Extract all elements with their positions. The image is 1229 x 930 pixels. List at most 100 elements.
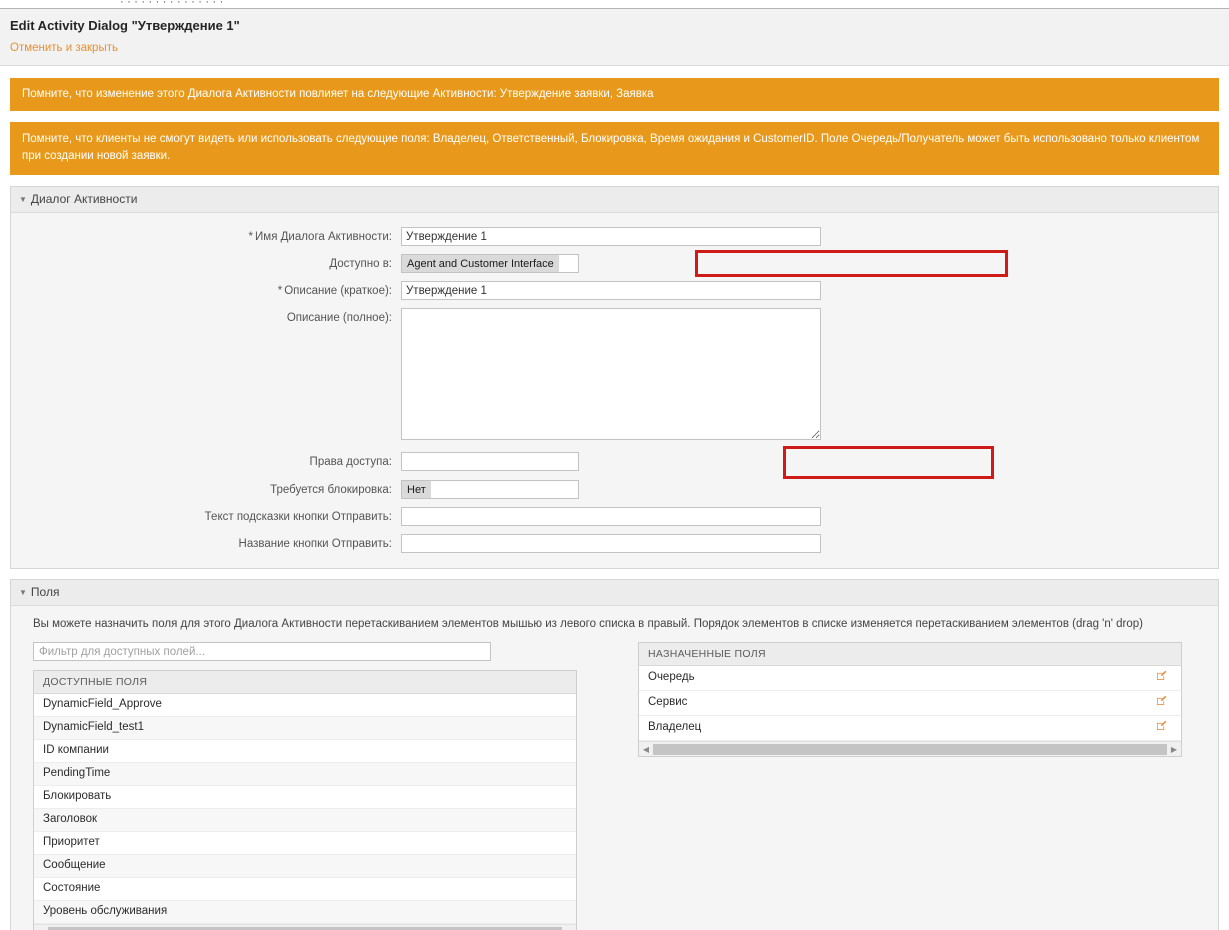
control-description-long xyxy=(401,308,1218,440)
activity-dialog-section-header[interactable]: ▼ Диалог Активности xyxy=(11,187,1218,213)
list-item[interactable]: PendingTime xyxy=(34,763,576,786)
cancel-and-close-link[interactable]: Отменить и закрыть xyxy=(10,42,118,54)
fields-section-header[interactable]: ▼ Поля xyxy=(11,580,1218,606)
dialog-name-input[interactable] xyxy=(401,227,821,246)
control-submit-text xyxy=(401,534,1218,553)
page-title: Edit Activity Dialog "Утверждение 1" xyxy=(10,18,240,33)
assigned-field-label: Очередь xyxy=(648,671,695,683)
label-description-short: * Описание (краткое): xyxy=(277,285,392,297)
list-item[interactable]: DynamicField_Approve xyxy=(34,694,576,717)
description-long-textarea[interactable] xyxy=(401,308,821,440)
available-fields-list-header: ДОСТУПНЫЕ ПОЛЯ xyxy=(34,671,576,694)
fields-section-title: Поля xyxy=(30,585,60,599)
form-row-submit-text: Название кнопки Отправить: xyxy=(11,534,1218,554)
available-in-selected-option[interactable]: Agent and Customer Interface xyxy=(402,255,559,272)
edit-pencil-icon[interactable] xyxy=(1156,695,1173,710)
list-item[interactable]: Уровень обслуживания xyxy=(34,901,576,924)
list-item[interactable]: Сообщение xyxy=(34,855,576,878)
description-short-input[interactable] xyxy=(401,281,821,300)
control-dialog-name xyxy=(401,227,1218,246)
chevron-down-icon: ▼ xyxy=(19,588,27,597)
label-permission: Права доступа: xyxy=(309,456,392,468)
submit-button-tooltip-input[interactable] xyxy=(401,507,821,526)
assigned-fields-list: НАЗНАЧЕННЫЕ ПОЛЯ Очередь Сервис Владелец ◀… xyxy=(638,642,1182,757)
label-submit-tooltip: Текст подсказки кнопки Отправить: xyxy=(204,511,392,523)
assigned-fields-items: Очередь Сервис Владелец xyxy=(639,666,1181,741)
available-field-label: PendingTime xyxy=(43,767,111,779)
form-row-description-short: * Описание (краткое): xyxy=(11,281,1218,301)
list-item[interactable]: ID компании xyxy=(34,740,576,763)
list-item[interactable]: Сервис xyxy=(639,691,1181,716)
assigned-scroll-thumb[interactable] xyxy=(653,743,1167,755)
form-row-available-in: Доступно в: Agent and Customer Interface xyxy=(11,250,1218,277)
available-fields-items: DynamicField_Approve DynamicField_test1 ID… xyxy=(34,694,576,924)
edit-pencil-icon[interactable] xyxy=(1156,720,1173,735)
form-row-required-lock: Требуется блокировка: Нет xyxy=(11,480,1218,500)
scroll-right-arrow-icon[interactable]: ▶ xyxy=(562,926,576,930)
available-in-select[interactable]: Agent and Customer Interface xyxy=(401,254,579,273)
available-field-label: Заголовок xyxy=(43,813,98,825)
highlight-box-permission xyxy=(783,446,994,479)
permission-select[interactable] xyxy=(401,452,579,471)
available-field-label: DynamicField_test1 xyxy=(43,721,144,733)
label-required-lock: Требуется блокировка: xyxy=(270,484,392,496)
assigned-fields-hscrollbar[interactable]: ◀ ▶ xyxy=(639,741,1181,756)
label-available-in: Доступно в: xyxy=(329,258,392,270)
control-available-in: Agent and Customer Interface xyxy=(401,250,1218,277)
label-dialog-name: * Имя Диалога Активности: xyxy=(248,231,392,243)
affected-activities-notice: Помните, что изменение этого Диалога Акт… xyxy=(10,78,1219,111)
available-fields-hscrollbar[interactable]: ◀ ▶ xyxy=(34,924,576,930)
list-item[interactable]: Заголовок xyxy=(34,809,576,832)
highlight-box-available-in xyxy=(695,250,1008,277)
assigned-field-label: Сервис xyxy=(648,696,688,708)
available-fields-list: ДОСТУПНЫЕ ПОЛЯ DynamicField_Approve Dynam… xyxy=(33,670,577,930)
available-scroll-thumb[interactable] xyxy=(48,926,562,930)
list-item[interactable]: DynamicField_test1 xyxy=(34,717,576,740)
form-row-dialog-name: * Имя Диалога Активности: xyxy=(11,227,1218,247)
required-asterisk-icon: * xyxy=(248,231,254,243)
fields-widget: ▼ Поля Вы можете назначить поля для этого… xyxy=(10,579,1219,930)
form-row-description-long: Описание (полное): xyxy=(11,308,1218,440)
control-submit-tooltip xyxy=(401,507,1218,526)
control-permission xyxy=(401,446,1218,479)
control-description-short xyxy=(401,281,1218,300)
notification-area: Помните, что изменение этого Диалога Акт… xyxy=(0,66,1229,175)
list-item[interactable]: Очередь xyxy=(639,666,1181,691)
activity-dialog-section-title: Диалог Активности xyxy=(30,192,138,206)
assigned-scroll-track[interactable] xyxy=(653,743,1167,755)
available-field-label: ID компании xyxy=(43,744,109,756)
list-item[interactable]: Приоритет xyxy=(34,832,576,855)
available-field-label: Блокировать xyxy=(43,790,112,802)
control-required-lock: Нет xyxy=(401,480,1218,499)
drag-drop-columns: ДОСТУПНЫЕ ПОЛЯ DynamicField_ApproveDynam… xyxy=(11,642,1218,930)
permission-selected-option[interactable] xyxy=(402,462,412,464)
assigned-fields-column: НАЗНАЧЕННЫЕ ПОЛЯ Очередь Сервис Владелец ◀… xyxy=(638,642,1186,930)
activity-dialog-widget: ▼ Диалог Активности * Имя Диалога Активнос… xyxy=(10,186,1219,569)
required-lock-selected-option[interactable]: Нет xyxy=(402,481,431,498)
available-fields-column: ДОСТУПНЫЕ ПОЛЯ DynamicField_ApproveDynam… xyxy=(33,642,581,930)
fields-section-body: Вы можете назначить поля для этого Диало… xyxy=(11,606,1218,930)
list-item[interactable]: Блокировать xyxy=(34,786,576,809)
form-row-submit-tooltip: Текст подсказки кнопки Отправить: xyxy=(11,507,1218,527)
edit-pencil-icon[interactable] xyxy=(1156,670,1173,685)
scroll-left-arrow-icon[interactable]: ◀ xyxy=(639,743,653,756)
chevron-down-icon: ▼ xyxy=(19,195,27,204)
available-field-label: DynamicField_Approve xyxy=(43,698,162,710)
required-lock-select[interactable]: Нет xyxy=(401,480,579,499)
list-item[interactable]: Владелец xyxy=(639,716,1181,741)
scroll-right-arrow-icon[interactable]: ▶ xyxy=(1167,743,1181,756)
label-description-long: Описание (полное): xyxy=(286,312,392,324)
clipped-toolbar-strip: · · · · · · · · · · · · · · · xyxy=(0,0,1229,9)
submit-button-text-input[interactable] xyxy=(401,534,821,553)
label-submit-text: Название кнопки Отправить: xyxy=(238,538,392,550)
available-field-label: Уровень обслуживания xyxy=(43,905,168,917)
available-field-label: Приоритет xyxy=(43,836,100,848)
assigned-field-label: Владелец xyxy=(648,721,702,733)
clipped-toolbar-text: · · · · · · · · · · · · · · · xyxy=(120,0,224,8)
customer-restricted-fields-notice: Помните, что клиенты не смогут видеть ил… xyxy=(10,122,1219,175)
activity-dialog-form: *Имя Диалога Активности: Доступно в: Age… xyxy=(11,213,1218,568)
available-fields-filter-input[interactable] xyxy=(33,642,491,661)
list-item[interactable]: Состояние xyxy=(34,878,576,901)
scroll-left-arrow-icon[interactable]: ◀ xyxy=(34,926,48,930)
available-scroll-track[interactable] xyxy=(48,926,562,930)
